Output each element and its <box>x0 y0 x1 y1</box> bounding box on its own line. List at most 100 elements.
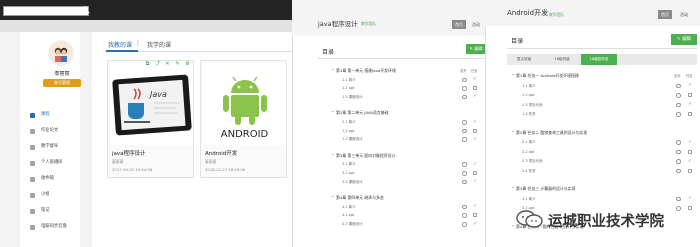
activity-button[interactable]: 活动 <box>469 20 483 29</box>
collapse-arrow-icon[interactable]: ⌃ <box>511 224 514 229</box>
lock-icon[interactable] <box>473 171 477 175</box>
chapter-title[interactable]: 第1章 第一单元 搭建Java开发环境 <box>336 68 396 74</box>
check-icon[interactable]: ✓ <box>473 136 477 142</box>
collapse-arrow-icon[interactable]: ⌃ <box>511 130 514 135</box>
lesson-item[interactable]: 1.3 课程设计 <box>342 95 363 100</box>
lesson-item[interactable]: 3.2 ppt <box>342 171 355 175</box>
edit-button[interactable]: ✎ 编辑 <box>671 34 697 45</box>
tab-teaching[interactable]: 我教的课 <box>108 40 132 49</box>
lesson-item[interactable]: 1.2 ppt <box>342 86 355 90</box>
collapse-arrow-icon[interactable]: ⌃ <box>511 186 514 191</box>
publish-circle-icon[interactable] <box>676 112 681 117</box>
check-icon[interactable]: ✓ <box>688 139 692 145</box>
course-card-java[interactable]: Java java程序设计 泰丽丽 2017-04-20 10:54:58 <box>107 60 194 178</box>
publish-circle-icon[interactable] <box>462 222 467 227</box>
check-icon[interactable]: ✓ <box>473 77 477 82</box>
lesson-item[interactable]: 4.3 课程设计 <box>342 222 363 227</box>
collapse-arrow-icon[interactable]: ⌃ <box>331 68 334 73</box>
publish-circle-icon[interactable] <box>462 77 467 83</box>
publish-circle-icon[interactable] <box>462 204 467 210</box>
check-icon[interactable]: ✓ <box>688 102 692 107</box>
publish-circle-icon[interactable] <box>462 162 467 167</box>
chapter-title[interactable]: 第3章 任务三 计算器的设计与实现 <box>516 186 575 192</box>
check-icon[interactable]: ✓ <box>688 158 692 164</box>
publish-circle-icon[interactable] <box>676 168 681 173</box>
home-button[interactable]: 首页 <box>658 10 672 19</box>
collapse-arrow-icon[interactable]: ⌃ <box>511 73 514 78</box>
publish-circle-icon[interactable] <box>676 93 681 98</box>
check-icon[interactable]: ✓ <box>688 83 692 88</box>
check-icon[interactable]: ✓ <box>473 119 477 125</box>
home-button[interactable]: 首页 <box>452 20 466 29</box>
lesson-item[interactable]: 1.3 项目代码 <box>522 103 543 108</box>
nav-item-inbox[interactable]: 收件箱 <box>30 174 84 184</box>
publish-circle-icon[interactable] <box>676 149 681 154</box>
chapter-title[interactable]: 第4章 第四单元 继承与多态 <box>336 195 384 201</box>
chapter-title[interactable]: 第2章 任务二 酷旅查询工具的设计与实现 <box>516 130 587 136</box>
lock-icon[interactable] <box>473 128 477 133</box>
share-icon[interactable]: ⤴ <box>155 62 160 67</box>
check-icon[interactable]: ✓ <box>473 94 477 99</box>
nav-item-notes[interactable]: 笔记 <box>30 206 84 216</box>
edit-button[interactable]: ✎ 编辑 <box>466 44 486 54</box>
nav-item-homework[interactable]: 作业论文 <box>30 126 84 136</box>
nav-item-group[interactable]: 小组 <box>30 190 84 200</box>
chapter-title[interactable]: 第1章 任务一 Android开发环境搭建 <box>516 73 579 79</box>
publish-circle-icon[interactable] <box>462 213 467 218</box>
chapter-title[interactable]: 第2章 第二单元 JAVA语言基础 <box>336 110 388 116</box>
publish-circle-icon[interactable] <box>462 128 467 134</box>
account-button[interactable]: 账号管理 <box>43 79 81 87</box>
check-icon[interactable]: ✓ <box>688 196 692 201</box>
publish-circle-icon[interactable] <box>676 102 681 107</box>
tab-class-2[interactable]: 18级班级 <box>545 54 579 65</box>
search-input[interactable] <box>3 6 89 16</box>
lock-icon[interactable] <box>688 93 692 97</box>
lock-icon[interactable] <box>688 206 692 210</box>
check-icon[interactable]: ✓ <box>473 161 477 167</box>
lesson-item[interactable]: 2.3 项目代码 <box>522 159 543 164</box>
settings-icon[interactable]: ⚙ <box>185 62 190 67</box>
nav-item-courses[interactable]: 课程 <box>30 110 84 120</box>
lesson-item[interactable]: 4.2 ppt <box>342 213 355 217</box>
nav-item-live[interactable]: 个人直播间 <box>30 158 84 168</box>
avatar[interactable] <box>48 40 74 66</box>
collapse-arrow-icon[interactable]: ⌃ <box>331 110 334 115</box>
lesson-item[interactable]: 1.1 简介 <box>342 78 356 83</box>
publish-circle-icon[interactable] <box>462 179 467 185</box>
publish-circle-icon[interactable] <box>676 196 681 201</box>
lock-icon[interactable] <box>473 213 477 218</box>
check-icon[interactable]: ✓ <box>473 179 477 184</box>
lock-icon[interactable] <box>688 149 692 154</box>
publish-circle-icon[interactable] <box>462 120 467 125</box>
activity-button[interactable]: 活动 <box>676 10 692 19</box>
lesson-item[interactable]: 2.3 课程设计 <box>342 137 363 142</box>
publish-circle-icon[interactable] <box>462 94 467 100</box>
edit-icon[interactable]: ✎ <box>175 62 180 67</box>
delete-icon[interactable]: ✕ <box>165 62 170 67</box>
course-card-android[interactable]: ANDROID Android开发 泰丽丽 2018-12-27 16:45:0… <box>200 60 287 178</box>
publish-circle-icon[interactable] <box>462 171 467 176</box>
lesson-item[interactable]: 1.2 ppt <box>522 93 535 97</box>
nav-item-supervision[interactable]: 教学督导 <box>30 142 84 152</box>
lesson-item[interactable]: 1.1 简介 <box>522 84 536 89</box>
lesson-item[interactable]: 1.4 任务 <box>522 112 536 117</box>
lesson-item[interactable]: 2.2 ppt <box>342 129 355 133</box>
publish-circle-icon[interactable] <box>676 140 681 145</box>
check-icon[interactable]: ✓ <box>473 204 477 209</box>
lock-icon[interactable] <box>473 86 477 91</box>
lock-icon[interactable] <box>688 168 692 173</box>
lock-icon[interactable] <box>688 112 692 116</box>
publish-circle-icon[interactable] <box>676 159 681 164</box>
collapse-arrow-icon[interactable]: ⌃ <box>331 153 334 158</box>
lesson-item[interactable]: 3.3 课程设计 <box>342 180 363 185</box>
lesson-item[interactable]: 2.1 简介 <box>522 140 536 145</box>
lesson-item[interactable]: 2.4 任务 <box>522 169 536 174</box>
publish-circle-icon[interactable] <box>676 83 681 88</box>
publish-circle-icon[interactable] <box>462 137 467 142</box>
lesson-item[interactable]: 3.1 简介 <box>342 162 356 167</box>
lesson-item[interactable]: 4.1 简介 <box>342 205 356 210</box>
search-icon[interactable] <box>82 6 90 14</box>
collapse-arrow-icon[interactable]: ⌃ <box>331 195 334 200</box>
check-icon[interactable]: ✓ <box>473 221 477 227</box>
lesson-item[interactable]: 2.2 ppt <box>522 150 535 154</box>
